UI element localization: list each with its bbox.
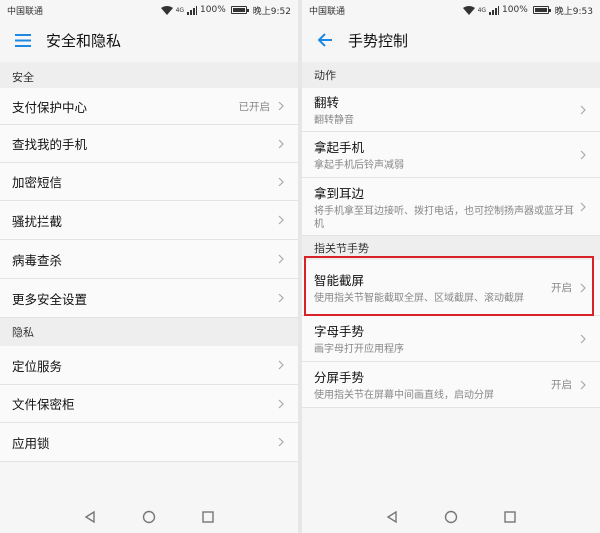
app-bar: 手势控制 [302,20,600,60]
chevron-right-icon [580,379,588,391]
app-bar: 安全和隐私 [0,20,298,60]
item-label: 更多安全设置 [12,291,88,307]
chevron-right-icon [278,359,286,371]
chevron-right-icon [580,333,588,345]
settings-item-more-security[interactable]: 更多安全设置 [0,279,298,318]
settings-item-harassment-blocking[interactable]: 骚扰拦截 [0,201,298,240]
carrier-label: 中国联通 [309,6,346,17]
settings-item-payment-protection[interactable]: 支付保护中心 已开启 [0,88,298,125]
item-label: 字母手势 [314,324,365,339]
chevron-right-icon [580,201,588,213]
chevron-right-icon [580,282,588,294]
wifi-icon [462,5,475,15]
settings-item-virus-scan[interactable]: 病毒查杀 [0,240,298,279]
recents-square-icon[interactable] [503,509,517,528]
navigation-bar [302,503,600,533]
status-bar: 中国联通 4G 100% 晚上9:52 [0,0,298,20]
chevron-right-icon [278,176,286,188]
settings-item-file-safe[interactable]: 文件保密柜 [0,385,298,423]
chevron-right-icon [278,214,286,226]
item-label: 智能截屏 [314,273,365,288]
clock-time: 晚上9:53 [554,6,593,17]
settings-item-encrypted-sms[interactable]: 加密短信 [0,163,298,201]
settings-item-location-services[interactable]: 定位服务 [0,346,298,385]
network-type-label: 4G [175,6,185,14]
signal-icon [489,5,500,15]
item-label: 加密短信 [12,175,63,190]
chevron-right-icon [278,253,286,265]
settings-item-letter-gestures[interactable]: 字母手势 画字母打开应用程序 [302,316,600,362]
phone-screen-gesture-control: 中国联通 4G 100% 晚上9:53 手势控制 动作 翻转 翻转静音 拿起手机… [302,0,600,533]
item-status-value: 已开启 [238,100,271,113]
page-title: 手势控制 [348,31,409,50]
chevron-right-icon [580,149,588,161]
network-type-label: 4G [477,6,487,14]
section-header-motions: 动作 [302,62,600,88]
menu-icon[interactable] [0,20,46,60]
battery-percent: 100% [502,5,528,15]
battery-icon [230,6,249,14]
home-circle-icon[interactable] [444,509,458,528]
home-circle-icon[interactable] [142,509,156,528]
phone-screen-security: 中国联通 4G 100% 晚上9:52 安全和隐私 安全 支付保护中心 已开启 … [0,0,298,533]
item-label: 拿起手机 [314,140,365,155]
item-label: 文件保密柜 [12,397,75,412]
item-label: 病毒查杀 [12,252,63,268]
settings-item-app-lock[interactable]: 应用锁 [0,423,298,462]
chevron-right-icon [278,100,286,112]
settings-item-flip[interactable]: 翻转 翻转静音 [302,88,600,132]
item-description: 拿起手机后铃声减弱 [314,160,404,171]
item-label: 应用锁 [12,435,50,451]
navigation-bar [0,503,298,533]
item-label: 骚扰拦截 [12,213,63,229]
chevron-right-icon [278,398,286,410]
item-label: 支付保护中心 [12,99,88,115]
section-header-knuckle-gestures: 指关节手势 [302,236,600,260]
item-description: 画字母打开应用程序 [314,344,404,355]
item-label: 查找我的手机 [12,137,88,152]
back-triangle-icon[interactable] [385,509,399,528]
settings-item-split-screen-gesture[interactable]: 分屏手势 使用指关节在屏幕中间画直线，启动分屏 开启 [302,362,600,408]
wifi-icon [160,5,173,15]
chevron-right-icon [580,104,588,116]
item-label: 定位服务 [12,358,63,374]
settings-item-smart-screenshot[interactable]: 智能截屏 使用指关节智能截取全屏、区域截屏、滚动截屏 开启 [302,260,600,316]
item-status-value: 开启 [551,282,572,294]
battery-percent: 100% [200,5,226,15]
carrier-label: 中国联通 [7,6,44,17]
recents-square-icon[interactable] [201,509,215,528]
settings-item-find-my-phone[interactable]: 查找我的手机 [0,125,298,163]
clock-time: 晚上9:52 [252,6,291,17]
item-description: 翻转静音 [314,115,354,126]
item-status-value: 开启 [551,379,572,391]
item-label: 拿到耳边 [314,185,365,201]
item-label: 翻转 [314,95,340,110]
status-bar: 中国联通 4G 100% 晚上9:53 [302,0,600,20]
back-triangle-icon[interactable] [83,509,97,528]
page-title: 安全和隐私 [46,31,122,50]
chevron-right-icon [278,292,286,304]
settings-item-pick-up[interactable]: 拿起手机 拿起手机后铃声减弱 [302,132,600,178]
chevron-right-icon [278,436,286,448]
back-arrow-icon[interactable] [302,20,348,60]
signal-icon [187,5,198,15]
section-header-privacy: 隐私 [0,318,298,346]
item-description: 将手机拿至耳边接听、拨打电话，也可控制扬声器或蓝牙耳机 [314,205,574,230]
battery-icon [532,6,551,14]
item-description: 使用指关节智能截取全屏、区域截屏、滚动截屏 [314,293,524,304]
chevron-right-icon [278,138,286,150]
settings-item-raise-to-ear[interactable]: 拿到耳边 将手机拿至耳边接听、拨打电话，也可控制扬声器或蓝牙耳机 [302,178,600,236]
item-description: 使用指关节在屏幕中间画直线，启动分屏 [314,390,494,401]
item-label: 分屏手势 [314,370,365,385]
